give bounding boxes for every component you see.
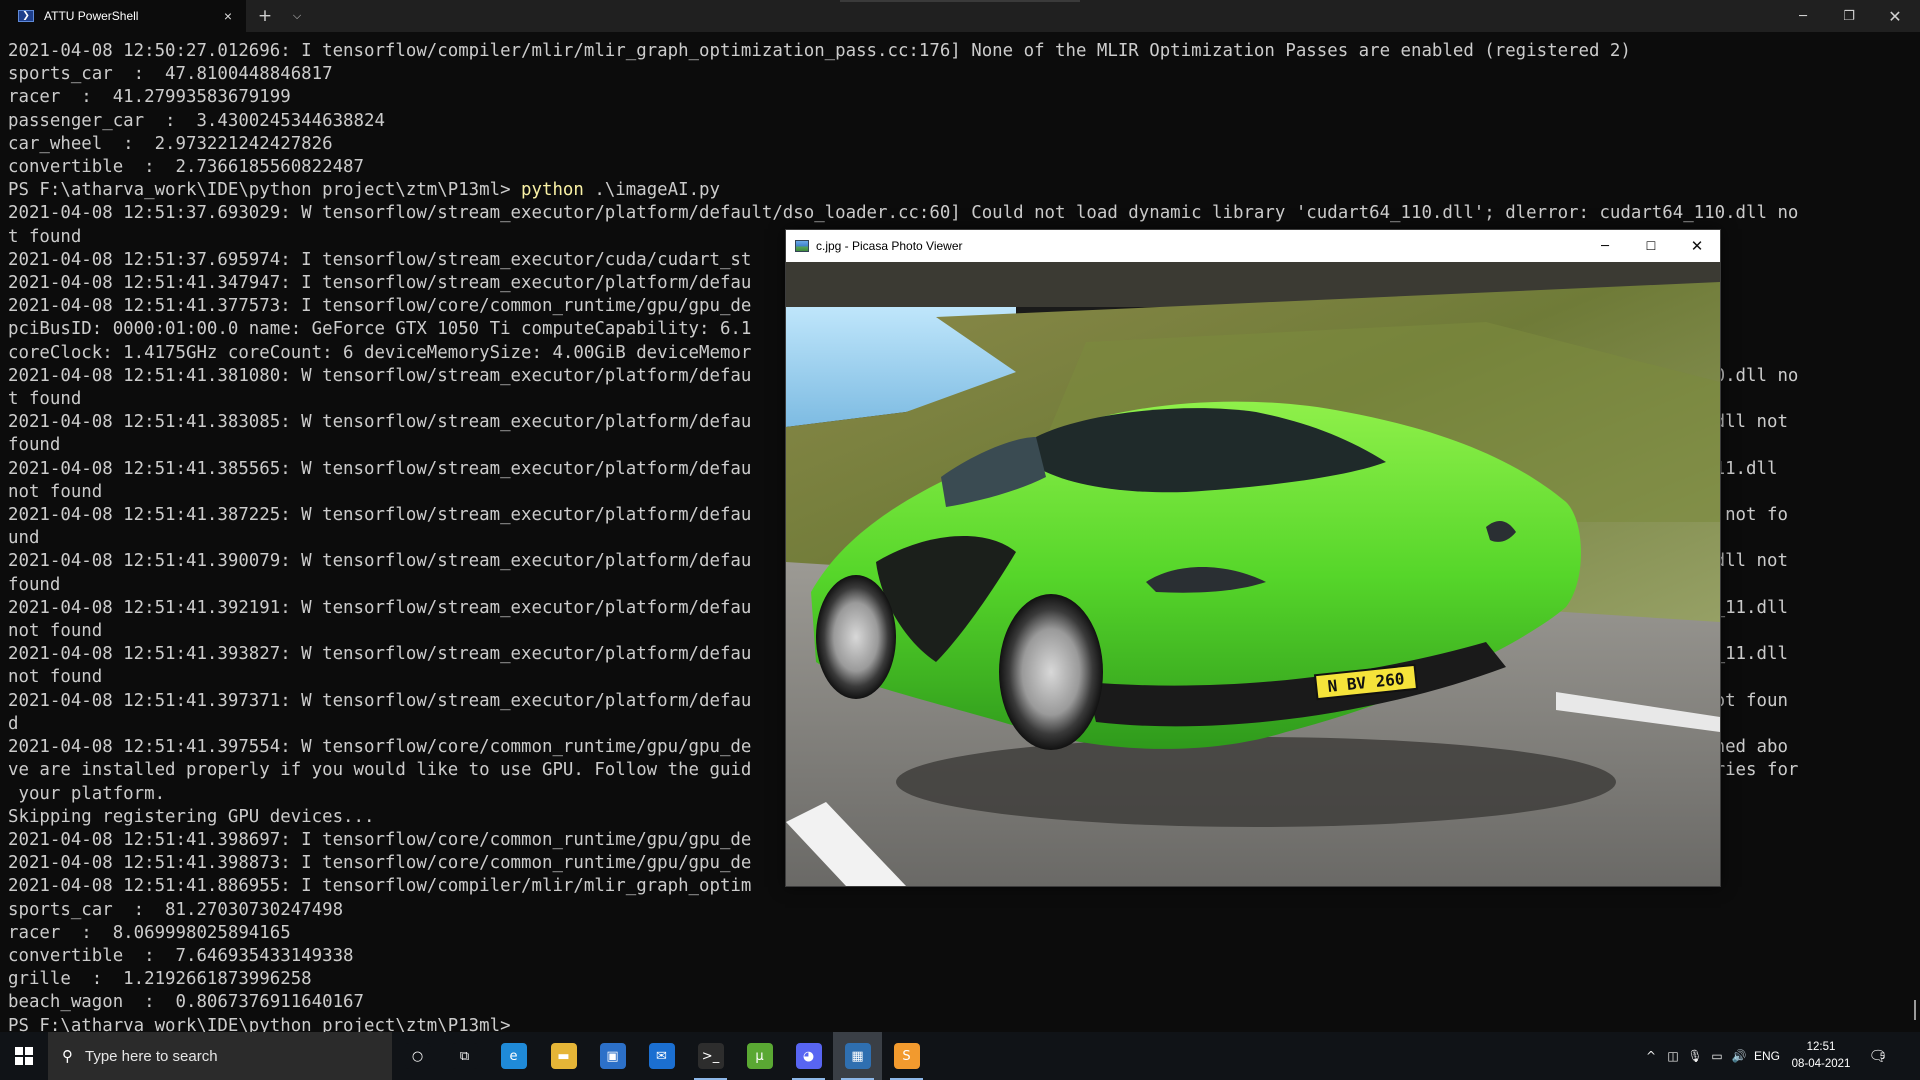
taskbar-app-microsoft-store[interactable]: ▣ (588, 1032, 637, 1080)
car-photo: N BV 260 (786, 262, 1720, 886)
language-indicator[interactable]: ENG (1750, 1049, 1784, 1063)
prompt-text: PS F:\atharva_work\IDE\python project\zt… (8, 180, 522, 201)
notification-icon[interactable]: 🗨 5 (1858, 1047, 1898, 1065)
title-drag-indicator (840, 0, 1080, 2)
taskbar-app-cortana[interactable]: ○ (393, 1032, 442, 1080)
start-button[interactable] (0, 1032, 48, 1080)
cortana-icon: ○ (404, 1043, 431, 1069)
console-line: racer : 41.27993583679199 (8, 87, 291, 108)
picasa-maximize-button[interactable]: ☐ (1628, 230, 1674, 262)
taskbar-app-utorrent[interactable]: µ (735, 1032, 784, 1080)
microphone-icon[interactable]: 🎙 (1684, 1049, 1706, 1063)
chevron-up-icon[interactable]: ^ (1640, 1049, 1662, 1063)
console-line: car_wheel : 2.973221242427826 (8, 133, 333, 154)
task-view-icon: ⧉ (451, 1043, 478, 1069)
console-line: 2021-04-08 12:51:37.693029: W tensorflow… (8, 203, 1799, 224)
picasa-app-icon (795, 240, 809, 252)
command-args: .\imageAI.py (583, 180, 720, 201)
discord-icon: ◕ (795, 1043, 822, 1069)
taskbar: ⚲ Type here to search ○ ⧉ e ▬ ▣ ✉ >_ µ ◕ ▦ S ^ ◫ 🎙… (0, 1032, 1920, 1080)
mail-icon: ✉ (648, 1043, 675, 1069)
terminal-title-bar: ❯ ATTU PowerShell × + ⌵ ─ ❐ ✕ (0, 0, 1920, 32)
picasa-title-bar[interactable]: c.jpg - Picasa Photo Viewer ─ ☐ ✕ (786, 230, 1720, 262)
terminal-icon: >_ (697, 1043, 724, 1069)
tab-attu-powershell[interactable]: ❯ ATTU PowerShell × (0, 0, 246, 32)
console-line: grille : 1.2192661873996258 (8, 969, 312, 990)
search-input[interactable]: ⚲ Type here to search (48, 1032, 392, 1080)
search-icon: ⚲ (62, 1047, 73, 1065)
tab-close-icon[interactable]: × (220, 8, 236, 24)
taskbar-app-task-view[interactable]: ⧉ (440, 1032, 489, 1080)
console-line: racer : 8.069998025894165 (8, 922, 291, 943)
network-icon[interactable]: ▭ (1706, 1049, 1728, 1063)
clock[interactable]: 12:51 08-04-2021 (1784, 1039, 1858, 1073)
scrollbar[interactable] (1914, 1000, 1916, 1020)
console-line: convertible : 2.7366185560822487 (8, 157, 364, 178)
utorrent-icon: µ (746, 1043, 773, 1069)
taskbar-app-discord[interactable]: ◕ (784, 1032, 833, 1080)
console-line: passenger_car : 3.4300245344638824 (8, 110, 385, 131)
minimize-button[interactable]: ─ (1780, 0, 1826, 32)
clock-time: 12:51 (1806, 1041, 1836, 1053)
system-tray: ^ ◫ 🎙 ▭ 🔊 ENG 12:51 08-04-2021 🗨 5 (1640, 1032, 1898, 1080)
picasa-photo-viewer-window: c.jpg - Picasa Photo Viewer ─ ☐ ✕ N BV 2… (785, 229, 1721, 887)
command-name: python (521, 180, 584, 201)
taskbar-app-edge[interactable]: e (489, 1032, 538, 1080)
volume-icon[interactable]: 🔊 (1728, 1049, 1750, 1063)
console-line: convertible : 7.646935433149338 (8, 945, 354, 966)
maximize-button[interactable]: ❐ (1826, 0, 1872, 32)
meet-now-icon[interactable]: ◫ (1662, 1049, 1684, 1063)
console-line: beach_wagon : 0.8067376911640167 (8, 992, 364, 1013)
tab-title: ATTU PowerShell (44, 9, 139, 23)
new-tab-button[interactable]: + (250, 0, 280, 32)
console-line: sports_car : 47.8100448846817 (8, 64, 333, 85)
sublime-text-icon: S (893, 1043, 920, 1069)
taskbar-app-terminal[interactable]: >_ (686, 1032, 735, 1080)
picasa-close-button[interactable]: ✕ (1674, 230, 1720, 262)
windows-logo-icon (15, 1047, 33, 1065)
edge-icon: e (500, 1043, 527, 1069)
powershell-icon: ❯ (18, 10, 34, 22)
taskbar-app-mail[interactable]: ✉ (637, 1032, 686, 1080)
console-line: PS F:\atharva_work\IDE\python project\zt… (8, 179, 1912, 202)
picasa-icon: ▦ (844, 1043, 871, 1069)
picasa-window-title: c.jpg - Picasa Photo Viewer (816, 239, 963, 253)
taskbar-app-sublime-text[interactable]: S (882, 1032, 931, 1080)
console-line: PS F:\atharva_work\IDE\python project\zt… (8, 1015, 511, 1032)
taskbar-app-picasa[interactable]: ▦ (833, 1032, 882, 1080)
file-explorer-icon: ▬ (550, 1043, 577, 1069)
picasa-minimize-button[interactable]: ─ (1582, 230, 1628, 262)
taskbar-app-file-explorer[interactable]: ▬ (539, 1032, 588, 1080)
search-placeholder: Type here to search (85, 1047, 218, 1065)
notification-count: 5 (1880, 1051, 1886, 1061)
microsoft-store-icon: ▣ (599, 1043, 626, 1069)
console-line: sports_car : 81.27030730247498 (8, 899, 344, 920)
chevron-down-icon[interactable]: ⌵ (282, 0, 312, 32)
clock-date: 08-04-2021 (1791, 1058, 1851, 1070)
console-line: 2021-04-08 12:50:27.012696: I tensorflow… (8, 41, 1631, 61)
close-button[interactable]: ✕ (1872, 0, 1918, 32)
